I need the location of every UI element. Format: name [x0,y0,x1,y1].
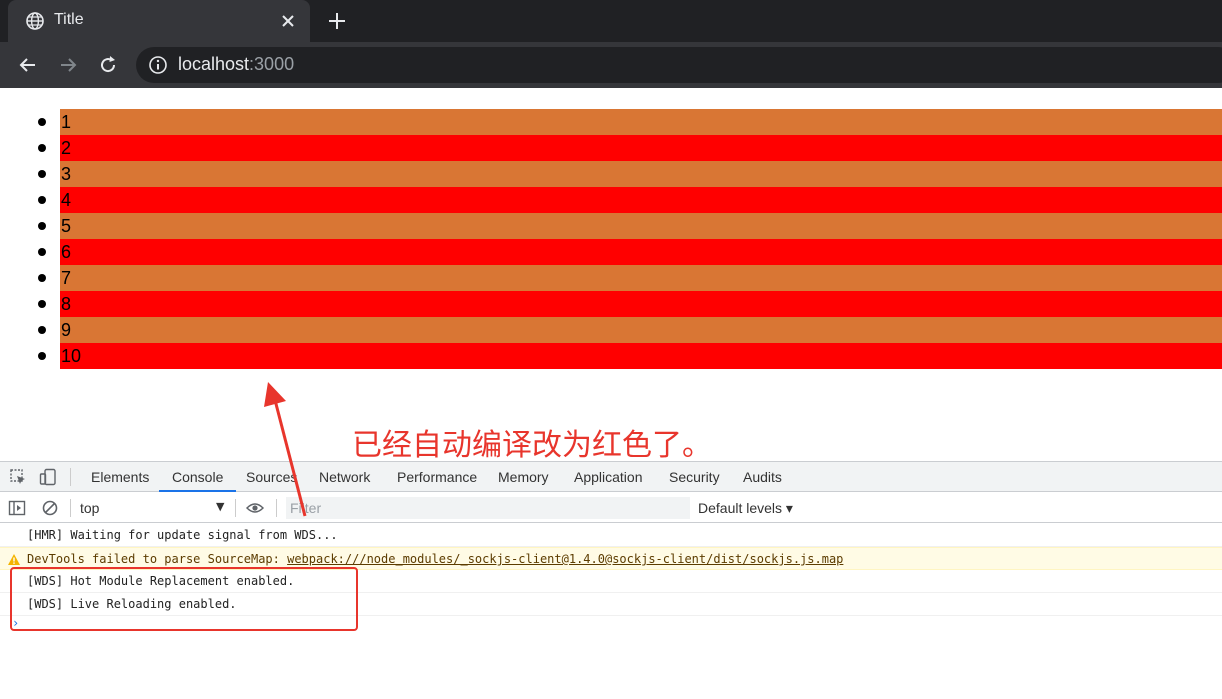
device-toolbar-icon[interactable] [39,468,57,486]
list-item: 10 [38,343,1222,369]
address-bar[interactable]: localhost:3000 [136,47,1222,83]
toolbar-divider [276,499,277,517]
forward-arrow-icon[interactable] [56,53,80,77]
browser-tabstrip: Title [0,0,1222,42]
toolbar-divider [235,499,236,517]
url-text: localhost:3000 [178,54,294,75]
console-message: [HMR] Waiting for update signal from WDS… [0,524,1222,547]
eye-icon[interactable] [246,499,264,517]
sourcemap-link[interactable]: webpack:///node_modules/_sockjs-client@1… [287,552,843,566]
list-item: 3 [38,161,1222,187]
back-arrow-icon[interactable] [16,53,40,77]
toolbar-divider [70,499,71,517]
devtools-tabbar: Elements Console Sources Network Perform… [0,462,1222,492]
warning-text: DevTools failed to parse SourceMap: [27,552,288,566]
tab-elements[interactable]: Elements [91,462,149,492]
page-content: 1 2 3 4 5 6 7 8 9 10 [0,88,1222,461]
tab-security[interactable]: Security [669,462,720,492]
list-item: 5 [38,213,1222,239]
close-icon[interactable] [278,11,298,31]
tab-memory[interactable]: Memory [498,462,549,492]
filter-input[interactable] [286,497,690,519]
browser-toolbar: localhost:3000 [0,42,1222,88]
tab-application[interactable]: Application [574,462,643,492]
list-item: 6 [38,239,1222,265]
new-tab-icon[interactable] [326,10,348,32]
globe-icon [26,12,44,30]
url-host: localhost [178,54,250,74]
chevron-down-icon[interactable]: ▼ [216,500,224,513]
highlight-box [10,567,358,631]
number-list: 1 2 3 4 5 6 7 8 9 10 [0,109,1222,369]
list-item: 4 [38,187,1222,213]
url-port: :3000 [249,54,295,74]
log-levels-select[interactable]: Default levels ▾ [698,500,793,517]
tab-console[interactable]: Console [159,462,237,492]
list-item: 7 [38,265,1222,291]
list-item: 9 [38,317,1222,343]
reload-icon[interactable] [96,53,120,77]
show-sidebar-icon[interactable] [8,499,26,517]
clear-console-icon[interactable] [41,499,59,517]
console-filterbar: top ▼ Default levels ▾ [0,493,1222,523]
tab-title: Title [54,11,84,28]
tab-audits[interactable]: Audits [743,462,782,492]
list-item: 2 [38,135,1222,161]
tab-performance[interactable]: Performance [397,462,477,492]
context-select[interactable]: top [80,500,99,516]
browser-tab[interactable]: Title [8,0,310,42]
toolbar-divider [70,468,71,486]
screenshot-root: Title localhost:3000 1 2 3 4 5 6 7 8 9 1… [0,0,1222,699]
warning-icon [8,554,20,565]
list-item: 1 [38,109,1222,135]
annotation-text: 已经自动编译改为红色了。 [352,428,712,463]
inspect-element-icon[interactable] [9,468,27,486]
tab-sources[interactable]: Sources [246,462,297,492]
tab-network[interactable]: Network [319,462,370,492]
info-icon[interactable] [148,55,168,75]
list-item: 8 [38,291,1222,317]
